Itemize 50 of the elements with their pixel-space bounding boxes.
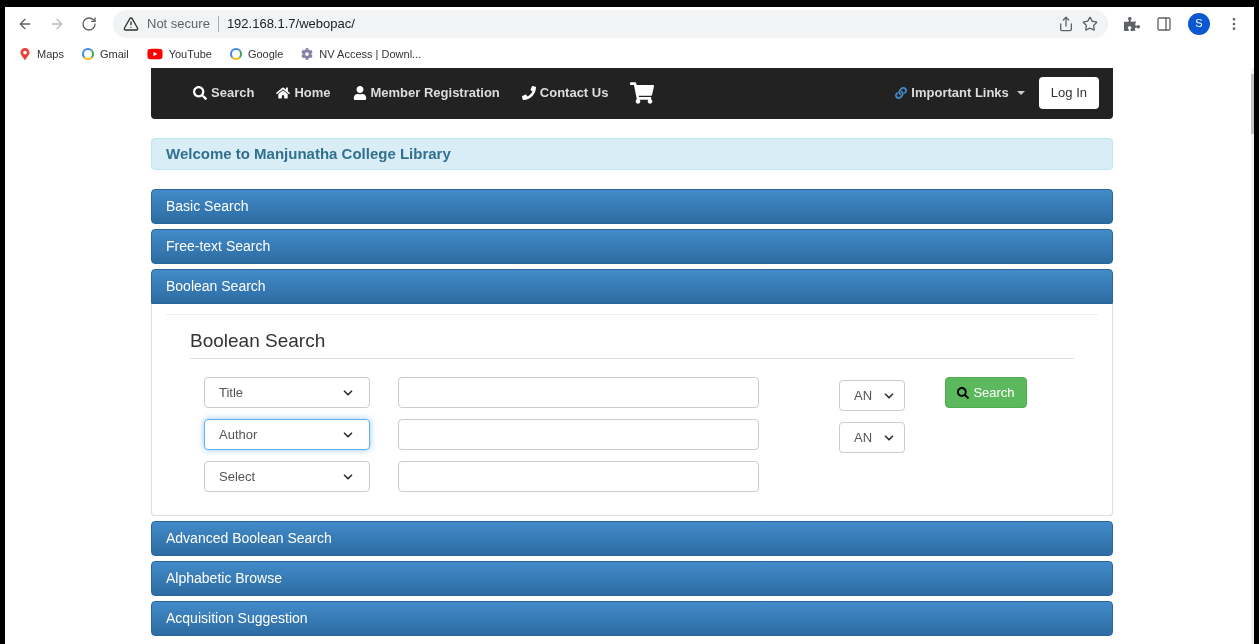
input-field[interactable] <box>398 377 759 408</box>
side-panel-icon[interactable] <box>1156 15 1172 32</box>
section-heading: Boolean Search <box>190 327 1074 359</box>
puzzle-icon[interactable] <box>1124 15 1140 32</box>
bookmark-item[interactable]: YouTube <box>146 45 212 63</box>
bookmark-item[interactable]: Maps <box>19 45 64 63</box>
home-icon <box>276 86 291 100</box>
dropdown-link[interactable]: Important Links <box>895 83 1025 103</box>
accordion-header[interactable]: Acquisition Suggestion <box>151 600 1113 636</box>
field-select[interactable]: Select <box>204 461 370 492</box>
reload-icon[interactable] <box>81 15 97 32</box>
link-icon <box>895 87 908 99</box>
input-field[interactable] <box>398 461 759 492</box>
address-bar[interactable]: Not secure 192.168.1.7/webopac/ <box>113 9 1108 38</box>
security-label: Not secure <box>147 14 210 33</box>
accordion-header[interactable]: Boolean Search <box>151 269 1113 304</box>
bookmark-item[interactable]: Gmail <box>81 45 129 63</box>
login-button[interactable]: Log In <box>1038 77 1099 109</box>
accordion-header[interactable]: Alphabetic Browse <box>151 560 1113 596</box>
share-icon[interactable] <box>1058 15 1074 32</box>
bookmark-item[interactable]: Google <box>229 45 284 63</box>
search-icon <box>957 386 970 399</box>
operator-select[interactable]: AN <box>839 380 905 411</box>
accordion-header[interactable]: Advanced Boolean Search <box>151 520 1113 556</box>
input-field[interactable] <box>398 419 759 450</box>
welcome-alert: Welcome to Manjunatha College Library <box>151 138 1113 170</box>
cart-icon <box>630 81 655 105</box>
video-play-icon <box>146 46 163 62</box>
profile-avatar[interactable]: S <box>1188 12 1210 35</box>
phone-icon <box>521 86 536 100</box>
search-icon <box>193 86 207 100</box>
warning-icon <box>123 15 139 32</box>
url-text: 192.168.1.7/webopac/ <box>226 14 355 33</box>
nav-link[interactable]: Contact Us <box>521 83 609 103</box>
star-icon[interactable] <box>1082 15 1098 32</box>
gear-icon <box>301 48 314 60</box>
nav-link[interactable]: Home <box>276 83 331 103</box>
nav-link[interactable] <box>630 81 655 105</box>
nav-link[interactable]: Search <box>193 83 255 103</box>
google-icon <box>81 48 94 60</box>
field-select[interactable]: Author <box>204 419 370 450</box>
google-icon <box>229 48 242 60</box>
user-icon <box>352 86 367 100</box>
bookmark-item[interactable]: NV Access | Downl... <box>301 45 422 63</box>
operator-select[interactable]: AN <box>839 422 905 453</box>
nav-link[interactable]: Member Registration <box>352 83 500 103</box>
accordion-header[interactable]: Free-text Search <box>151 229 1113 264</box>
field-select[interactable]: Title <box>204 377 370 408</box>
map-pin-icon <box>19 48 31 60</box>
accordion-header[interactable]: Basic Search <box>151 189 1113 224</box>
